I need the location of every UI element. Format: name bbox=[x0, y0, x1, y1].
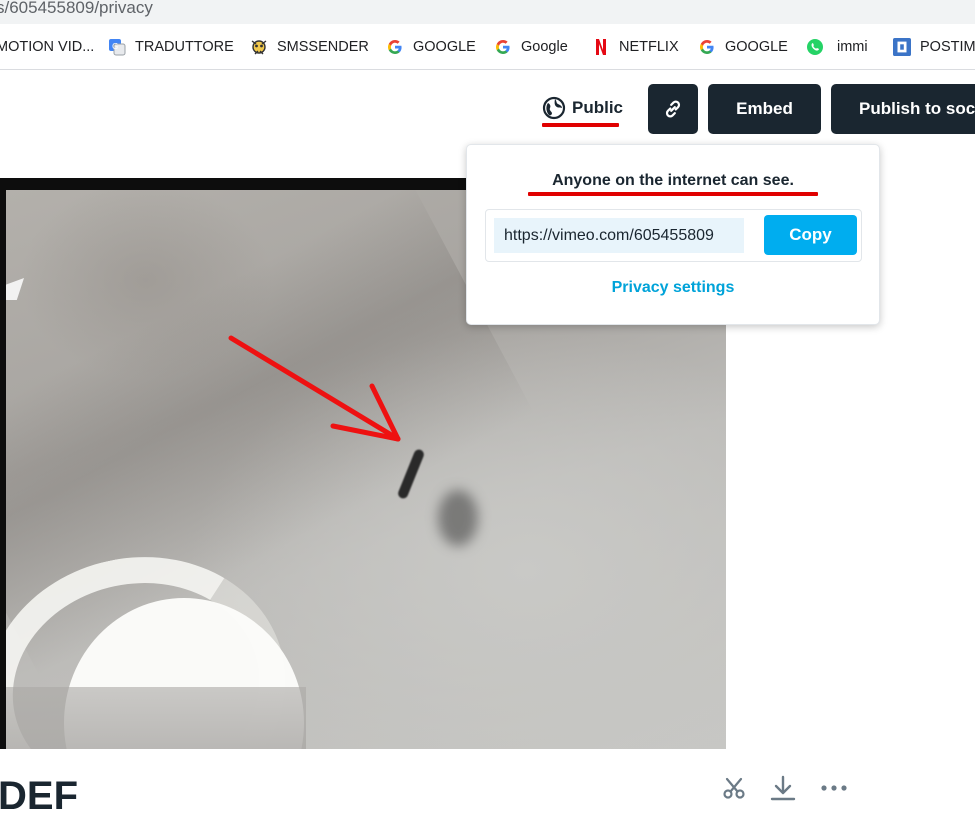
bookmark-label: NETFLIX bbox=[619, 39, 679, 55]
bookmark-label: SMSSENDER bbox=[277, 39, 369, 55]
bookmark-label: TRADUTTORE bbox=[135, 39, 234, 55]
whatsapp-icon bbox=[806, 38, 824, 56]
bookmark-google-3[interactable]: GOOGLE bbox=[698, 24, 788, 70]
more-icon bbox=[820, 784, 848, 792]
bookmark-google-2[interactable]: Google bbox=[494, 24, 568, 70]
bookmark-label: immi bbox=[837, 39, 868, 55]
svg-text:G: G bbox=[112, 42, 118, 51]
bookmark-netflix[interactable]: NETFLIX bbox=[592, 24, 679, 70]
bookmark-google-1[interactable]: GOOGLE bbox=[386, 24, 476, 70]
google-icon bbox=[698, 38, 716, 56]
download-icon bbox=[769, 774, 797, 802]
annotation-underline-title bbox=[528, 192, 818, 196]
address-url[interactable]: s/605455809/privacy bbox=[0, 0, 153, 18]
popover-title: Anyone on the internet can see. bbox=[552, 172, 794, 189]
bookmark-label: GOOGLE bbox=[725, 39, 788, 55]
embed-button[interactable]: Embed bbox=[708, 84, 821, 134]
bookmark-motion-video[interactable]: MOTION VID... bbox=[0, 24, 94, 70]
annotation-underline-public bbox=[542, 123, 619, 127]
copy-link-button[interactable] bbox=[648, 84, 698, 134]
bookmark-label: POSTIM bbox=[920, 39, 975, 55]
bookmark-traduttore[interactable]: G TRADUTTORE bbox=[108, 24, 234, 70]
privacy-settings-link[interactable]: Privacy settings bbox=[467, 279, 879, 297]
link-icon bbox=[662, 98, 684, 120]
address-bar[interactable]: s/605455809/privacy bbox=[0, 0, 975, 24]
bookmark-label: Google bbox=[521, 39, 568, 55]
globe-icon bbox=[542, 96, 566, 120]
trim-button[interactable] bbox=[720, 774, 748, 802]
more-options-button[interactable] bbox=[820, 774, 848, 802]
copy-button[interactable]: Copy bbox=[764, 215, 857, 255]
bookmark-label: MOTION VID... bbox=[0, 39, 95, 55]
bookmark-label: GOOGLE bbox=[413, 39, 476, 55]
video-title: DEF bbox=[0, 774, 78, 813]
google-icon bbox=[494, 38, 512, 56]
postimages-icon bbox=[893, 38, 911, 56]
google-translate-icon: G bbox=[108, 38, 126, 56]
publish-to-social-button[interactable]: Publish to soc bbox=[831, 84, 975, 134]
share-link-row: Copy bbox=[485, 209, 862, 262]
bookmarks-bar: MOTION VID... G TRADUTTORE SMSSENDER GOO… bbox=[0, 24, 975, 70]
download-button[interactable] bbox=[769, 774, 797, 802]
bookmark-immi[interactable]: immi bbox=[806, 24, 868, 70]
privacy-label: Public bbox=[572, 98, 624, 117]
bookmark-postim[interactable]: POSTIM bbox=[893, 24, 975, 70]
bookmark-smssender[interactable]: SMSSENDER bbox=[250, 24, 369, 70]
netflix-icon bbox=[592, 38, 610, 56]
google-icon bbox=[386, 38, 404, 56]
privacy-public-button[interactable]: Public bbox=[542, 96, 623, 120]
share-link-input[interactable] bbox=[494, 218, 744, 253]
scissors-icon bbox=[721, 775, 747, 801]
privacy-popover: Anyone on the internet can see. Copy Pri… bbox=[466, 144, 880, 325]
smssender-icon bbox=[250, 38, 268, 56]
